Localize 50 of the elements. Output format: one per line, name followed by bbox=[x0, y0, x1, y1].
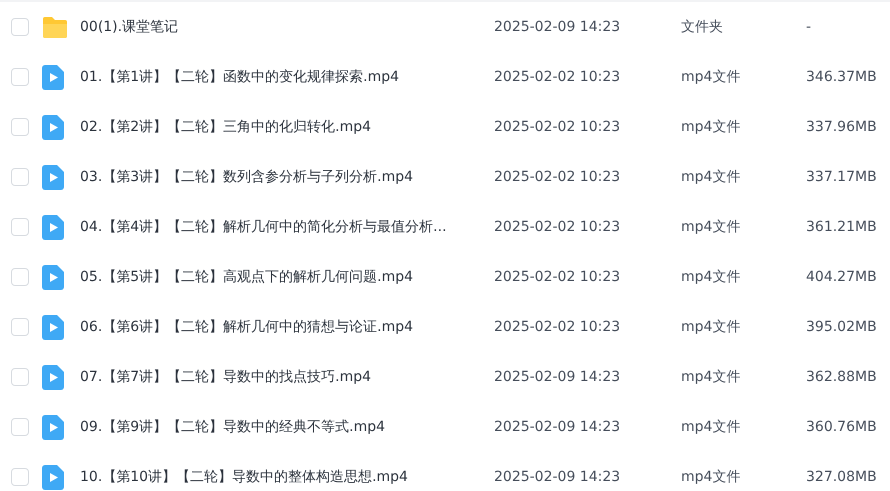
file-size: 404.27MB bbox=[806, 269, 877, 285]
file-name[interactable]: 02.【第2讲】【二轮】三角中的化归转化.mp4 bbox=[80, 118, 372, 136]
file-name[interactable]: 06.【第6讲】【二轮】解析几何中的猜想与论证.mp4 bbox=[80, 318, 414, 336]
file-size: 395.02MB bbox=[806, 319, 877, 335]
file-name[interactable]: 05.【第5讲】【二轮】高观点下的解析几何问题.mp4 bbox=[80, 268, 414, 286]
file-type: mp4文件 bbox=[681, 68, 740, 86]
file-type: mp4文件 bbox=[681, 318, 740, 336]
file-size: 361.21MB bbox=[806, 219, 877, 235]
file-type: mp4文件 bbox=[681, 268, 740, 286]
modified-date: 2025-02-02 10:23 bbox=[494, 169, 620, 185]
modified-date: 2025-02-09 14:23 bbox=[494, 369, 620, 385]
file-name[interactable]: 09.【第9讲】【二轮】导数中的经典不等式.mp4 bbox=[80, 418, 386, 436]
modified-date: 2025-02-02 10:23 bbox=[494, 269, 620, 285]
file-size: 327.08MB bbox=[806, 469, 877, 485]
checkbox[interactable] bbox=[11, 218, 29, 236]
file-type: mp4文件 bbox=[681, 468, 740, 486]
file-size: 337.96MB bbox=[806, 119, 877, 135]
checkbox[interactable] bbox=[11, 268, 29, 286]
file-type: mp4文件 bbox=[681, 118, 740, 136]
checkbox[interactable] bbox=[11, 318, 29, 336]
checkbox[interactable] bbox=[11, 18, 29, 36]
modified-date: 2025-02-02 10:23 bbox=[494, 319, 620, 335]
modified-date: 2025-02-02 10:23 bbox=[494, 119, 620, 135]
file-type: mp4文件 bbox=[681, 368, 740, 386]
modified-date: 2025-02-02 10:23 bbox=[494, 69, 620, 85]
checkbox[interactable] bbox=[11, 118, 29, 136]
file-name[interactable]: 04.【第4讲】【二轮】解析几何中的简化分析与最值分析... bbox=[80, 218, 447, 236]
file-name[interactable]: 00(1).课堂笔记 bbox=[80, 18, 178, 36]
modified-date: 2025-02-02 10:23 bbox=[494, 219, 620, 235]
checkbox[interactable] bbox=[11, 368, 29, 386]
file-size: 337.17MB bbox=[806, 169, 877, 185]
checkbox[interactable] bbox=[11, 418, 29, 436]
file-name[interactable]: 07.【第7讲】【二轮】导数中的找点技巧.mp4 bbox=[80, 368, 372, 386]
file-size: - bbox=[806, 19, 812, 35]
modified-date: 2025-02-09 14:23 bbox=[494, 419, 620, 435]
file-size: 360.76MB bbox=[806, 419, 877, 435]
file-name[interactable]: 03.【第3讲】【二轮】数列含参分析与子列分析.mp4 bbox=[80, 168, 414, 186]
file-size: 362.88MB bbox=[806, 369, 877, 385]
checkbox[interactable] bbox=[11, 168, 29, 186]
modified-date: 2025-02-09 14:23 bbox=[494, 469, 620, 485]
modified-date: 2025-02-09 14:23 bbox=[494, 19, 620, 35]
file-name[interactable]: 01.【第1讲】【二轮】函数中的变化规律探索.mp4 bbox=[80, 68, 400, 86]
file-type: 文件夹 bbox=[681, 18, 723, 36]
file-type: mp4文件 bbox=[681, 218, 740, 236]
file-size: 346.37MB bbox=[806, 69, 877, 85]
checkbox[interactable] bbox=[11, 68, 29, 86]
file-type: mp4文件 bbox=[681, 418, 740, 436]
checkbox[interactable] bbox=[11, 468, 29, 486]
file-name[interactable]: 10.【第10讲】【二轮】导数中的整体构造思想.mp4 bbox=[80, 468, 408, 486]
file-type: mp4文件 bbox=[681, 168, 740, 186]
